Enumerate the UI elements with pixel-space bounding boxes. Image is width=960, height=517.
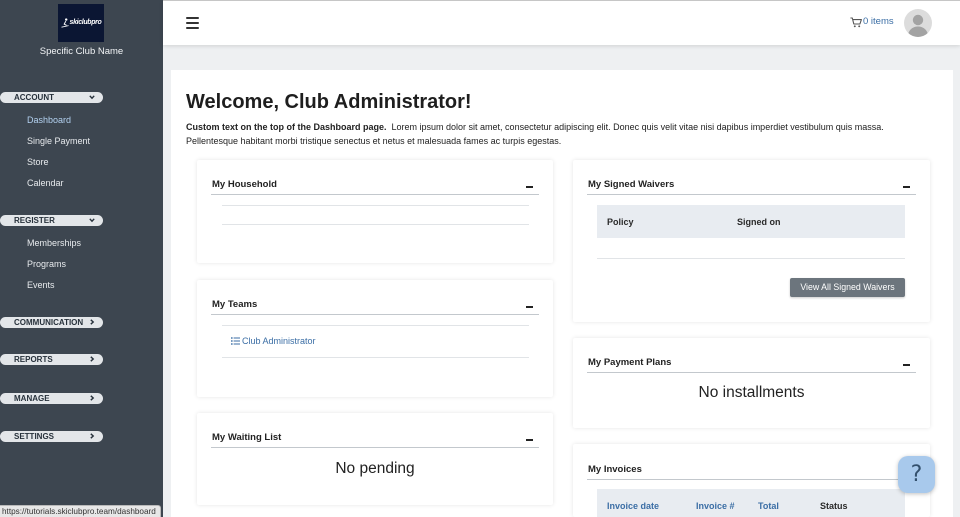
section-label: COMMUNICATION: [14, 317, 84, 327]
intro-bold-text: Custom text on the top of the Dashboard …: [186, 122, 387, 132]
user-avatar-icon[interactable]: [904, 9, 932, 37]
card-divider: [587, 194, 916, 195]
waiting-list-card: My Waiting List No pending: [197, 413, 553, 505]
column-header-total[interactable]: Total: [758, 500, 779, 512]
club-name: Specific Club Name: [39, 46, 124, 57]
sidebar-item-dashboard[interactable]: Dashboard: [27, 114, 71, 126]
empty-state-text: No installments: [698, 384, 805, 401]
minus-icon[interactable]: [526, 186, 533, 188]
minus-icon[interactable]: [903, 186, 910, 188]
sidebar-item-events[interactable]: Events: [27, 279, 55, 291]
column-header-invoice-date[interactable]: Invoice date: [607, 500, 659, 512]
card-title: My Waiting List: [212, 432, 282, 443]
payment-plans-card: My Payment Plans No installments: [573, 338, 930, 428]
column-header-policy: Policy: [607, 216, 634, 227]
card-title: My Signed Waivers: [588, 179, 675, 190]
logo-text: skiclubpro: [69, 19, 102, 26]
card-divider: [211, 447, 539, 448]
card-divider: [587, 479, 916, 480]
status-bar-url: https://tutorials.skiclubpro.team/dashbo…: [0, 505, 161, 517]
chevron-down-icon: [89, 95, 95, 100]
club-logo[interactable]: skiclubpro: [58, 4, 104, 42]
section-toggle-manage[interactable]: MANAGE: [0, 392, 103, 404]
minus-icon[interactable]: [903, 364, 910, 366]
dashboard-panel: Welcome, Club Administrator! Custom text…: [171, 70, 953, 517]
invoices-card: My Invoices Invoice date Invoice # Total…: [573, 444, 930, 517]
empty-state-text: No pending: [335, 460, 415, 477]
sidebar-item-calendar[interactable]: Calendar: [27, 177, 64, 189]
chevron-right-icon: [90, 395, 95, 401]
section-toggle-reports[interactable]: REPORTS: [0, 353, 103, 365]
sidebar-item-programs[interactable]: Programs: [27, 258, 66, 270]
team-link-club-administrator[interactable]: Club Administrator: [231, 335, 316, 347]
section-label: REGISTER: [14, 215, 55, 225]
card-divider: [211, 194, 539, 195]
help-button[interactable]: ?: [898, 456, 935, 493]
table-row-divider: [222, 205, 529, 206]
table-header: Invoice date Invoice # Total Status: [597, 489, 905, 517]
section-label: REPORTS: [14, 354, 53, 364]
view-all-signed-waivers-button[interactable]: View All Signed Waivers: [790, 278, 905, 297]
card-title: My Household: [212, 179, 277, 190]
list-icon: [231, 337, 240, 345]
chevron-right-icon: [90, 356, 95, 362]
section-toggle-communication[interactable]: COMMUNICATION: [0, 316, 103, 328]
signed-waivers-card: My Signed Waivers Policy Signed on View …: [573, 160, 930, 322]
chevron-right-icon: [90, 433, 95, 439]
table-row-divider: [222, 325, 529, 326]
section-label: MANAGE: [14, 393, 50, 403]
table-header: Policy Signed on: [597, 205, 905, 238]
sidebar: skiclubpro Specific Club Name ACCOUNT Da…: [0, 0, 163, 517]
sidebar-item-single-payment[interactable]: Single Payment: [27, 135, 90, 147]
table-row-divider: [222, 357, 529, 358]
table-row-divider: [222, 224, 529, 225]
minus-icon[interactable]: [526, 306, 533, 308]
teams-card: My Teams Club Administrator: [197, 280, 553, 397]
section-toggle-settings[interactable]: SETTINGS: [0, 430, 103, 442]
section-label: ACCOUNT: [14, 92, 54, 102]
hamburger-icon[interactable]: [186, 16, 200, 30]
sidebar-item-store[interactable]: Store: [27, 156, 49, 168]
table-row-divider: [597, 258, 905, 259]
card-divider: [587, 372, 916, 373]
card-title: My Invoices: [588, 464, 642, 475]
section-toggle-account[interactable]: ACCOUNT: [0, 91, 103, 103]
skier-icon: [60, 18, 69, 28]
team-link-label: Club Administrator: [242, 336, 316, 346]
card-title: My Teams: [212, 299, 258, 310]
household-card: My Household: [197, 160, 553, 263]
page-title: Welcome, Club Administrator!: [186, 91, 472, 113]
card-title: My Payment Plans: [588, 357, 672, 368]
chevron-down-icon: [89, 218, 95, 223]
column-header-status: Status: [820, 501, 848, 511]
column-header-signed-on: Signed on: [737, 216, 781, 227]
top-header: 0 items: [163, 0, 960, 45]
column-header-invoice-number[interactable]: Invoice #: [696, 500, 735, 512]
chevron-right-icon: [90, 319, 95, 325]
section-toggle-register[interactable]: REGISTER: [0, 214, 103, 226]
section-label: SETTINGS: [14, 431, 55, 441]
cart-link[interactable]: 0 items: [863, 16, 894, 28]
intro-text: Custom text on the top of the Dashboard …: [186, 120, 921, 148]
minus-icon[interactable]: [526, 439, 533, 441]
sidebar-item-memberships[interactable]: Memberships: [27, 237, 81, 249]
cart-icon[interactable]: [850, 17, 862, 28]
card-divider: [211, 314, 539, 315]
